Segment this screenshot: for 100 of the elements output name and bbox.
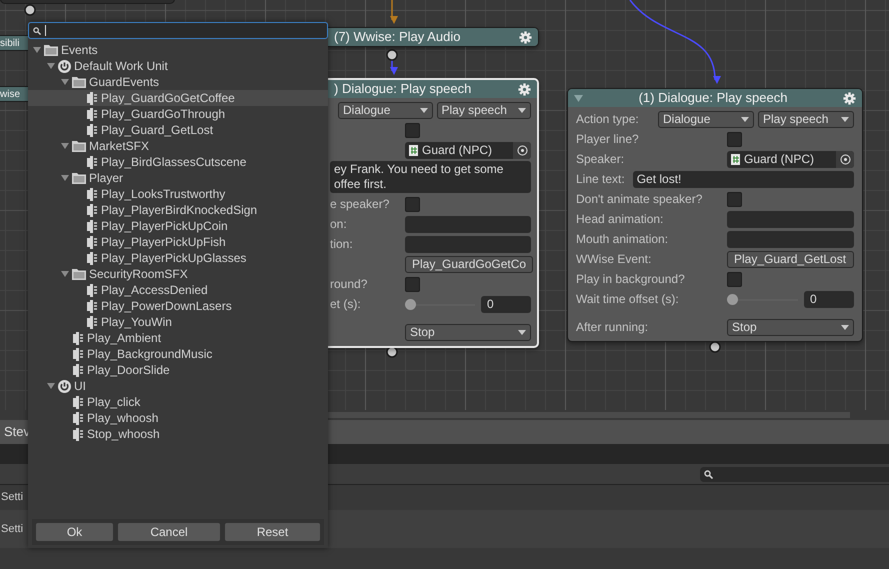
target-icon[interactable]: [840, 154, 850, 164]
connection-dot[interactable]: [386, 346, 398, 358]
tree-item[interactable]: Player: [28, 170, 328, 186]
event-icon: [86, 188, 98, 200]
tree-item[interactable]: Play_LooksTrustworthy: [28, 186, 328, 202]
folder-icon: [72, 76, 86, 88]
tree-item[interactable]: Events: [28, 42, 328, 58]
tree-item[interactable]: Play_AccessDenied: [28, 282, 328, 298]
checkbox[interactable]: [405, 196, 420, 212]
dropdown[interactable]: Play speech: [758, 110, 854, 128]
tree-item[interactable]: Stop_whoosh: [28, 426, 328, 442]
input-field[interactable]: [727, 210, 854, 228]
node-header[interactable]: sibili: [0, 35, 28, 51]
node-header[interactable]: (7) Wwise: Play Audio: [328, 28, 538, 46]
input-field[interactable]: [727, 230, 854, 248]
script-icon: [731, 154, 740, 164]
tree-item[interactable]: Play_Ambient: [28, 330, 328, 346]
tree-item[interactable]: Play_GuardGoThrough: [28, 106, 328, 122]
checkbox[interactable]: [727, 192, 742, 206]
object-field[interactable]: Guard (NPC): [727, 150, 854, 168]
text-field[interactable]: Get lost!: [632, 170, 854, 188]
dropdown[interactable]: Stop: [727, 318, 854, 336]
slider-thumb[interactable]: [405, 298, 416, 310]
dialog-button[interactable]: Cancel: [118, 523, 220, 541]
text-field[interactable]: ey Frank. You need to get some offee first.: [330, 161, 531, 193]
expand-arrow-icon[interactable]: [46, 382, 56, 390]
connection-dot[interactable]: [386, 49, 398, 61]
gear-icon[interactable]: [519, 30, 532, 44]
connection-dot[interactable]: [709, 341, 721, 353]
node-title: ) Dialogue: Play speech: [334, 80, 472, 98]
expand-arrow-icon[interactable]: [60, 270, 70, 278]
dropdown[interactable]: Stop: [405, 324, 531, 340]
node-title: (7) Wwise: Play Audio: [334, 28, 462, 46]
dialog-button[interactable]: Reset: [225, 523, 320, 541]
tree-item[interactable]: Play_BirdGlassesCutscene: [28, 154, 328, 170]
tree-item[interactable]: Play_DoorSlide: [28, 362, 328, 378]
dropdown[interactable]: Dialogue: [658, 110, 754, 128]
expand-arrow-icon[interactable]: [60, 142, 70, 150]
checkbox[interactable]: [405, 122, 420, 138]
input-field[interactable]: Play_Guard_GetLost: [727, 250, 854, 268]
field-label: Wait time offset (s):: [576, 291, 679, 308]
connection-dot[interactable]: [24, 4, 36, 16]
dropdown[interactable]: Play speech: [436, 102, 531, 118]
settings-label: Setti: [1, 490, 24, 506]
field-label: e speaker?: [330, 196, 390, 213]
tree-item[interactable]: Play_PlayerPickUpFish: [28, 234, 328, 250]
tree-item[interactable]: Play_click: [28, 394, 328, 410]
input-field[interactable]: [405, 216, 531, 232]
folder-icon: [44, 44, 58, 56]
tree-item[interactable]: UI: [28, 378, 328, 394]
tree-item[interactable]: Default Work Unit: [28, 58, 328, 74]
tree-item[interactable]: Play_YouWin: [28, 314, 328, 330]
tree-item[interactable]: Play_BackgroundMusic: [28, 346, 328, 362]
dialog-button[interactable]: Ok: [36, 523, 113, 541]
search-field[interactable]: [700, 466, 889, 482]
checkbox[interactable]: [405, 276, 420, 292]
tree-item[interactable]: MarketSFX: [28, 138, 328, 154]
object-field[interactable]: Guard (NPC): [405, 142, 531, 158]
tree-item[interactable]: SecurityRoomSFX: [28, 266, 328, 282]
tree-item[interactable]: Play_PowerDownLasers: [28, 298, 328, 314]
checkbox[interactable]: [727, 132, 742, 146]
folder-icon: [72, 268, 86, 280]
checkbox[interactable]: [727, 272, 742, 286]
tree-item[interactable]: Play_PlayerPickUpCoin: [28, 218, 328, 234]
node-header[interactable]: ) Dialogue: Play speech: [328, 80, 537, 98]
gear-icon[interactable]: [518, 82, 531, 96]
search-field[interactable]: [28, 22, 328, 39]
tree-item[interactable]: GuardEvents: [28, 74, 328, 90]
caret-icon: [518, 330, 526, 334]
slider-track[interactable]: [405, 298, 475, 310]
gear-icon[interactable]: [843, 92, 856, 104]
connector-arrow: [390, 60, 398, 75]
input-field[interactable]: Play_GuardGoGetCo: [405, 256, 534, 272]
event-icon: [72, 364, 84, 376]
number-field[interactable]: 0: [481, 296, 531, 312]
tree-item[interactable]: Play_PlayerBirdKnockedSign: [28, 202, 328, 218]
number-field[interactable]: 0: [804, 290, 854, 308]
slider-track[interactable]: [727, 294, 798, 304]
input-field[interactable]: [405, 236, 531, 252]
scrollbar[interactable]: [328, 412, 850, 418]
graph-node[interactable]: [567, 88, 863, 342]
expand-arrow-icon[interactable]: [60, 78, 70, 86]
tree-item[interactable]: Play_whoosh: [28, 410, 328, 426]
field-label: Speaker:: [576, 151, 624, 168]
graph-node[interactable]: ) Dialogue: Play speech Dialogue Play speech Guard (NPC) ey Frank. You need to get some offee first. e speaker? on: tion: Play_GuardGoGetCo round? et (s): 0 Stop: [328, 78, 539, 348]
target-icon[interactable]: [516, 144, 528, 156]
field-label: Play in background?: [576, 271, 685, 288]
event-icon: [86, 108, 98, 120]
slider-thumb[interactable]: [727, 294, 738, 304]
expand-arrow-icon[interactable]: [60, 174, 70, 182]
tree-item[interactable]: Play_Guard_GetLost: [28, 122, 328, 138]
expand-arrow-icon[interactable]: [32, 46, 42, 54]
node-header[interactable]: (1) Dialogue: Play speech: [568, 89, 862, 107]
expand-arrow-icon[interactable]: [46, 62, 56, 70]
node-header[interactable]: wise: [0, 86, 28, 102]
event-icon: [86, 316, 98, 328]
dropdown[interactable]: Dialogue: [338, 102, 432, 118]
collapse-icon[interactable]: [574, 94, 583, 102]
tree-item[interactable]: Play_GuardGoGetCoffee: [28, 90, 328, 106]
tree-item[interactable]: Play_PlayerPickUpGlasses: [28, 250, 328, 266]
